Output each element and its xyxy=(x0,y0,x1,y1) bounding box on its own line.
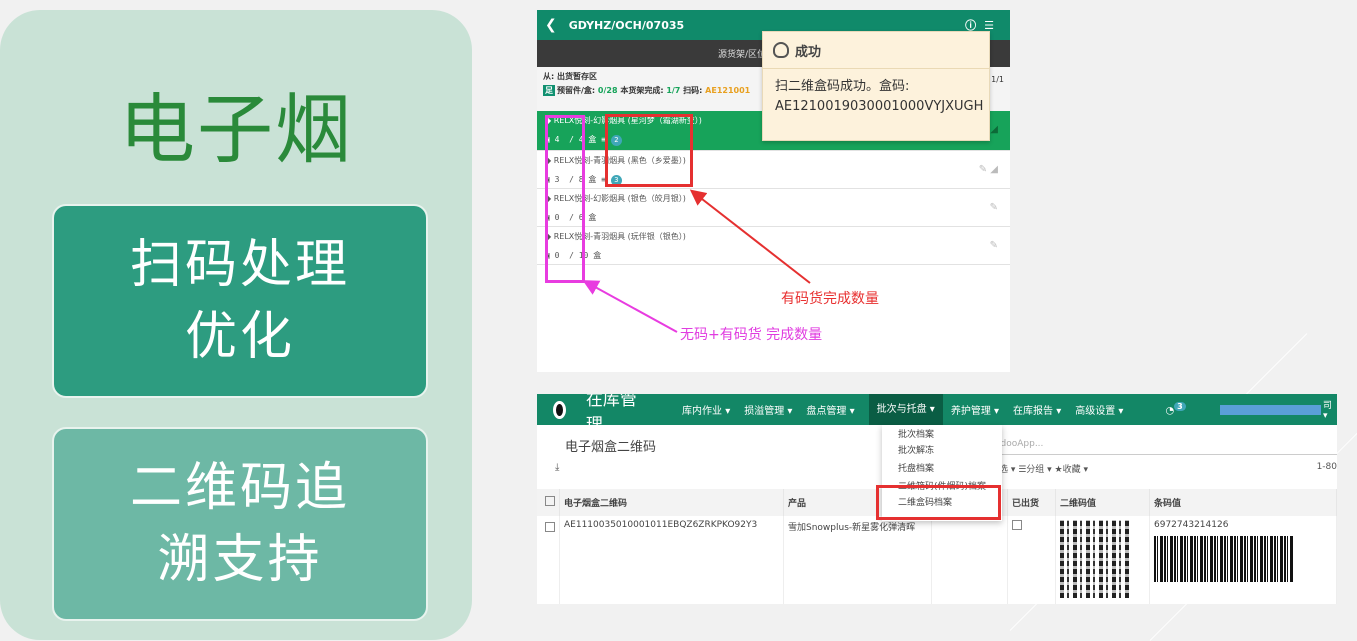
mobile-title: GDYHZ/OCH/07035 xyxy=(568,18,685,32)
col-header[interactable]: 二维码值 xyxy=(1055,489,1150,516)
toast-title: 成功 xyxy=(795,44,822,60)
red-highlight-box-dropdown xyxy=(876,485,1001,520)
item-unit: 盒 xyxy=(588,213,597,222)
menu-inventory-ops[interactable]: 库内作业 ▾ xyxy=(682,402,730,417)
cell-qrcode: AE1110035010001011EBQZ6ZRKPKO92Y3 xyxy=(559,516,784,604)
menu-stocktake[interactable]: 盘点管理 ▾ xyxy=(806,402,854,417)
list-item[interactable]: ◆ RELX悦刻-青羽烟具 (玩伴银（银色）) ▣ 0 / 10 盒 ✎ xyxy=(537,227,1010,265)
col-header[interactable]: 电子烟盒二维码 xyxy=(559,489,784,516)
download-icon[interactable]: ⤓ xyxy=(555,462,559,473)
eraser-icon[interactable]: ◢ xyxy=(990,124,998,135)
edit-icon[interactable]: ✎ ◢ xyxy=(979,164,998,175)
qr-code-image xyxy=(1060,520,1132,598)
menu-advanced[interactable]: 高级设置 ▾ xyxy=(1075,402,1123,417)
user-menu-suffix[interactable]: 司 ▾ xyxy=(1323,398,1337,421)
cell-empty xyxy=(931,516,1008,604)
col-header[interactable]: 已出货 xyxy=(1007,489,1056,516)
barcode-image xyxy=(1154,536,1294,582)
toast-code: AE1210019030001000VYJXUGH xyxy=(775,99,984,114)
page-title: 电子烟 xyxy=(119,85,353,174)
menu-loss-gain[interactable]: 损溢管理 ▾ xyxy=(744,402,792,417)
cell-shipped[interactable] xyxy=(1007,516,1056,604)
cell-qr-image xyxy=(1055,516,1150,604)
messages-icon[interactable]: ◔ 3 xyxy=(1165,402,1186,417)
app-title[interactable]: 在库管理 xyxy=(586,394,644,435)
item-unit: 盒 xyxy=(588,175,597,184)
dropdown-item-batch-unfreeze[interactable]: 批次解冻 xyxy=(882,441,1002,461)
feature-card-scan: 扫码处理 优化 xyxy=(52,204,428,398)
magenta-annotation-label: 无码+有码货 完成数量 xyxy=(680,327,823,343)
red-highlight-box xyxy=(605,114,693,187)
filter-group-favorites[interactable]: 选 ▾ ☰分组 ▾ ★收藏 ▾ xyxy=(999,462,1088,475)
lightbulb-icon xyxy=(773,42,789,58)
dropdown-item-pallet-file[interactable]: 托盘档案 xyxy=(882,459,1002,479)
app-logo-icon[interactable] xyxy=(553,400,566,419)
stats-done-label: 本货架完成: xyxy=(617,86,667,95)
row-checkbox[interactable] xyxy=(537,516,560,604)
menu-maintenance[interactable]: 养护管理 ▾ xyxy=(951,402,999,417)
search-input[interactable]: odooApp... xyxy=(995,435,1337,455)
left-panel: 电子烟 扫码处理 优化 二维码追 溯支持 xyxy=(0,10,472,640)
menu-reports[interactable]: 在库报告 ▾ xyxy=(1013,402,1061,417)
edit-icon[interactable]: ✎ xyxy=(990,202,998,213)
menu-batch-pallet[interactable]: 批次与托盘 ▾ xyxy=(868,394,943,425)
toast-line: 扫二维盒码成功。盒码: xyxy=(775,79,910,94)
feature-card-qrcode: 二维码追 溯支持 xyxy=(52,427,428,621)
magenta-highlight-box xyxy=(545,115,585,283)
pager[interactable]: 1-80 xyxy=(1317,462,1337,472)
card-line: 优化 xyxy=(184,307,295,367)
card-line: 扫码处理 xyxy=(129,235,350,295)
stats-label: 预留件/盒: xyxy=(557,86,598,95)
edit-icon[interactable]: ✎ xyxy=(990,240,998,251)
red-annotation-label: 有码货完成数量 xyxy=(781,291,879,307)
list-item[interactable]: ◆ RELX悦刻-幻影烟具 (银色（皎月银）) ▣ 0 / 6 盒 ✎ xyxy=(537,189,1010,227)
back-icon[interactable]: ❮ xyxy=(545,17,557,33)
desktop-screenshot: 在库管理 库内作业 ▾ 损溢管理 ▾ 盘点管理 ▾ 批次与托盘 ▾ 养护管理 ▾… xyxy=(537,394,1337,604)
status-badge: 足 xyxy=(543,85,555,96)
scan-value: AE121001 xyxy=(705,86,751,95)
message-count: 3 xyxy=(1174,402,1186,412)
select-all-checkbox[interactable] xyxy=(537,489,560,516)
breadcrumb: 电子烟盒二维码 xyxy=(565,440,657,455)
toast-header: 成功 xyxy=(763,32,989,69)
barcode-value: 6972743214126 xyxy=(1154,520,1229,530)
stats-done: 1/7 xyxy=(666,86,681,95)
scan-label: 扫码: xyxy=(680,86,706,95)
table-row[interactable]: AE1110035010001011EBQZ6ZRKPKO92Y3 雪加Snow… xyxy=(537,516,1337,604)
page-count: 1/1 xyxy=(991,75,1004,84)
toast-body: 扫二维盒码成功。盒码: AE1210019030001000VYJXUGH xyxy=(763,69,989,125)
success-toast: 成功 扫二维盒码成功。盒码: AE1210019030001000VYJXUGH xyxy=(762,31,990,141)
card-line: 溯支持 xyxy=(157,530,323,590)
top-navbar: 在库管理 库内作业 ▾ 损溢管理 ▾ 盘点管理 ▾ 批次与托盘 ▾ 养护管理 ▾… xyxy=(537,394,1337,435)
cell-product: 雪加Snowplus-新星雾化弹清晖 xyxy=(783,516,932,604)
col-header[interactable]: 条码值 xyxy=(1149,489,1337,516)
cell-barcode: 6972743214126 xyxy=(1149,516,1337,604)
stats-reserved: 0/28 xyxy=(597,86,618,95)
item-unit: 盒 xyxy=(588,135,597,144)
user-menu[interactable] xyxy=(1209,404,1321,415)
item-unit: 盒 xyxy=(593,251,602,260)
card-line: 二维码追 xyxy=(129,458,350,518)
